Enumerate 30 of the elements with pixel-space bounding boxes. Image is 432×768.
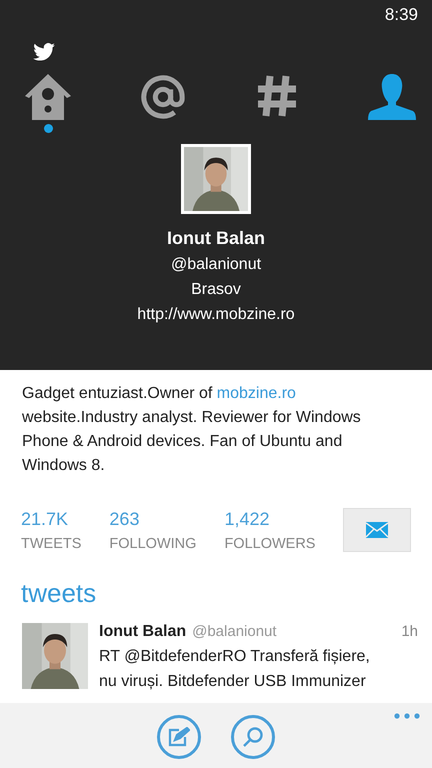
profile-location: Brasov xyxy=(191,281,241,299)
at-sign-icon xyxy=(140,74,186,120)
compose-button[interactable] xyxy=(157,715,201,759)
tweet-time: 1h xyxy=(401,623,418,640)
stat-label: FOLLOWING xyxy=(109,536,196,552)
profile-name: Ionut Balan xyxy=(167,228,265,249)
bio-link[interactable]: mobzine.ro xyxy=(216,385,296,402)
bird-icon xyxy=(33,43,55,61)
edit-icon xyxy=(168,727,190,747)
more-icon[interactable] xyxy=(394,713,420,719)
profile-url[interactable]: http://www.mobzine.ro xyxy=(137,306,295,324)
section-title: tweets xyxy=(21,578,98,609)
birdhouse-icon xyxy=(23,74,73,120)
hash-icon xyxy=(256,74,298,118)
search-icon xyxy=(242,726,264,748)
profile-handle: @balanionut xyxy=(170,256,262,274)
tweet-text: nu viruși. Bitdefender USB Immunizer xyxy=(99,673,367,691)
tweet-handle: @balanionut xyxy=(192,623,277,640)
stat-value[interactable]: 263 xyxy=(109,508,196,530)
envelope-icon xyxy=(366,522,388,538)
tweet-author: Ionut Balan xyxy=(99,623,186,641)
stat-value[interactable]: 1,422 xyxy=(224,508,316,530)
stat-value[interactable]: 21.7K xyxy=(21,508,82,530)
stat-label: TWEETS xyxy=(21,536,82,552)
search-button[interactable] xyxy=(231,715,275,759)
person-icon xyxy=(368,74,416,120)
tweet-text: RT @BitdefenderRO Transferă fișiere, xyxy=(99,648,371,666)
clock-time: 8:39 xyxy=(384,5,418,25)
stat-label: FOLLOWERS xyxy=(224,536,316,552)
bio-text: Gadget entuziast.Owner of mobzine.ro website.Industry analyst. Reviewer for Windows Phone & Android devices. Fan of Ubuntu and Windows 8. xyxy=(22,384,362,476)
